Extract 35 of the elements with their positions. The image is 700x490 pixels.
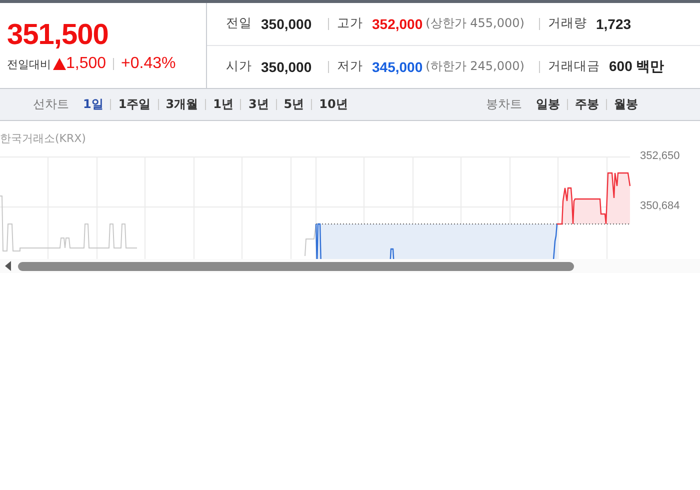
change-label: 전일대비	[7, 56, 51, 72]
stat-label: 거래량	[548, 15, 587, 32]
chart-type-label: 봉차트	[486, 96, 522, 113]
y-axis-label: 352,650	[640, 150, 680, 164]
y-axis-label: 350,684	[640, 200, 680, 214]
stat-label: 전일	[226, 15, 252, 32]
period-tab[interactable]: 5년	[284, 96, 304, 113]
stat-label: 저가	[337, 58, 363, 76]
stat-value: 352,000	[372, 16, 423, 32]
period-tab[interactable]: 월봉	[614, 96, 638, 113]
stat-label: 거래대금	[548, 58, 600, 76]
stat-value: 350,000	[261, 16, 312, 32]
current-price: 351,500	[7, 19, 110, 51]
scroll-left-arrow-icon[interactable]	[4, 261, 12, 271]
stat-label: 고가	[337, 15, 363, 32]
period-tab[interactable]: 1년	[213, 96, 234, 113]
period-tab[interactable]: 1주일	[118, 96, 151, 113]
change-amount: 1,500	[66, 55, 106, 73]
period-tab[interactable]: 주봉	[575, 96, 599, 113]
scrollbar-thumb[interactable]	[18, 262, 574, 270]
period-tab[interactable]: 3개월	[166, 96, 198, 113]
stat-value: 345,000	[372, 58, 423, 75]
exchange-source: 한국거래소(KRX)	[0, 131, 87, 147]
chart-type-label: 선차트	[33, 96, 69, 113]
limit-price-note: (하한가 245,000)	[426, 58, 524, 76]
stat-value: 600 백만	[609, 58, 664, 76]
limit-price-note: (상한가 455,000)	[426, 15, 524, 32]
period-tab[interactable]: 3년	[248, 96, 269, 113]
stat-label: 시가	[226, 58, 252, 76]
change-rate: +0.43%	[121, 55, 176, 73]
stat-value: 350,000	[261, 58, 312, 75]
period-tab[interactable]: 1일	[83, 96, 104, 113]
stat-value: 1,723	[596, 16, 632, 32]
period-tab[interactable]: 10년	[319, 96, 348, 113]
period-tab[interactable]: 일봉	[536, 96, 560, 113]
